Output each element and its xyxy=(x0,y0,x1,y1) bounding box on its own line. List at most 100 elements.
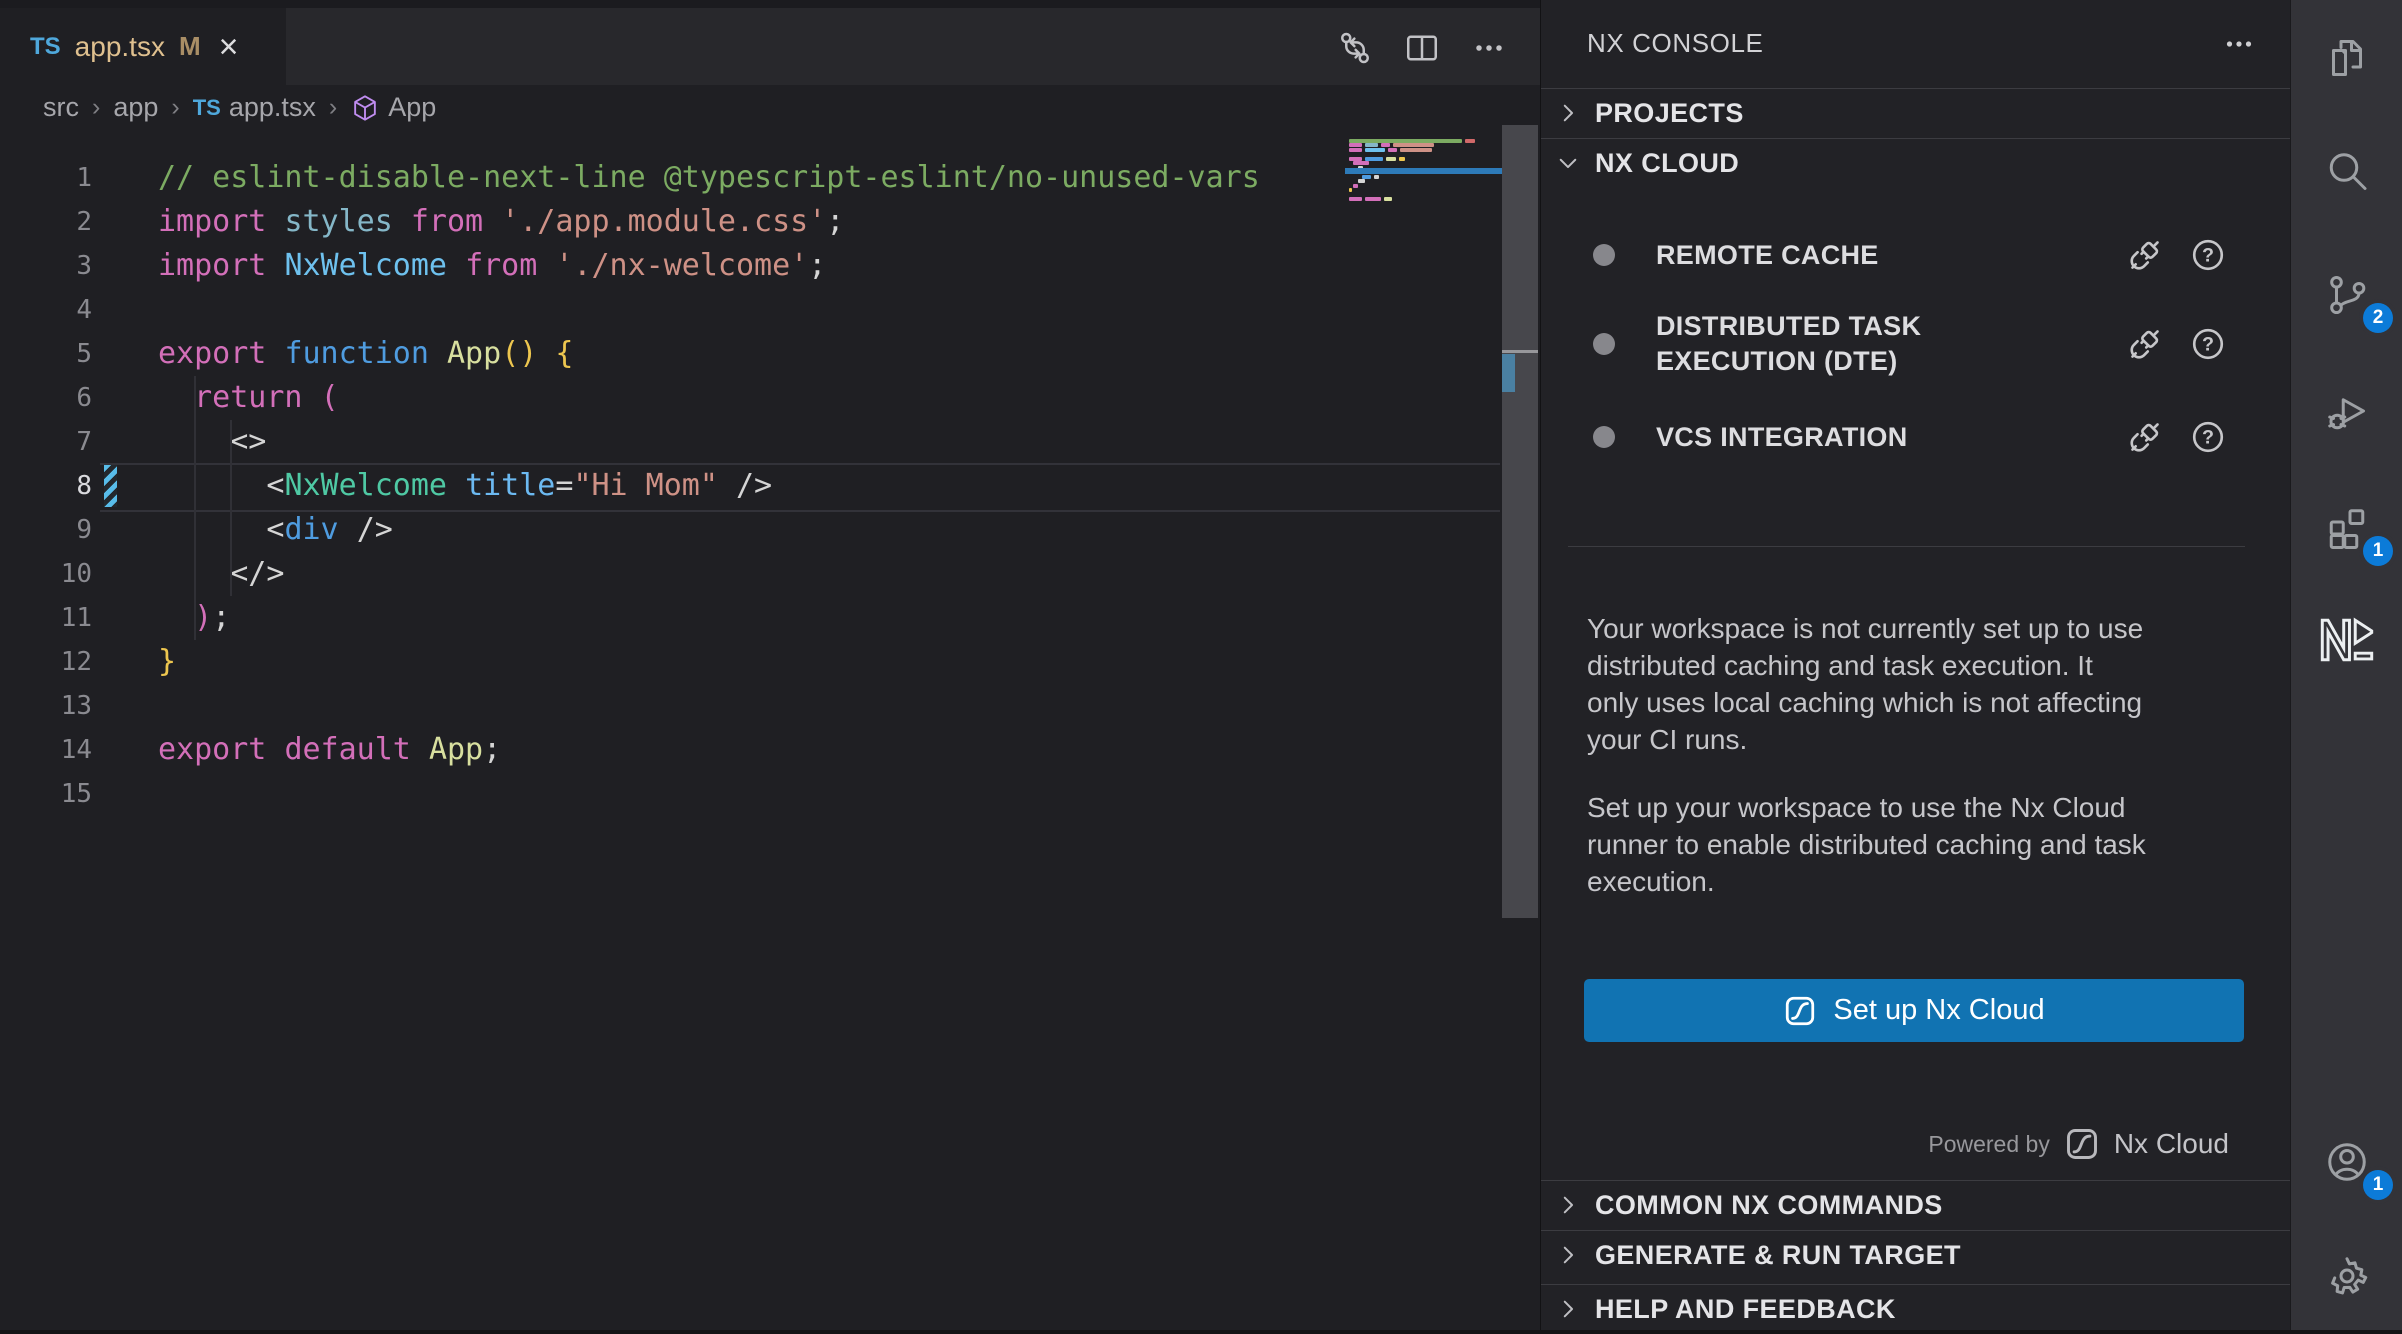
nx-console-panel: NX CONSOLE PROJECTS NX CLOUD REMOTE CACH… xyxy=(1540,0,2291,1330)
activity-item-settings[interactable] xyxy=(2291,1226,2402,1326)
line-number: 9 xyxy=(0,508,92,552)
section-nx-cloud[interactable]: NX CLOUD xyxy=(1541,138,2291,188)
minimap-line xyxy=(1358,179,1365,183)
code-line-14[interactable]: 14export default App; xyxy=(0,728,1500,772)
tab-app-tsx[interactable]: TS app.tsx M × xyxy=(0,8,286,85)
minimap-line xyxy=(1349,143,1362,147)
minimap-line xyxy=(1365,148,1385,152)
code-line-9[interactable]: 9 <div /> xyxy=(0,508,1500,552)
svg-text:?: ? xyxy=(2202,427,2214,449)
current-line-highlight xyxy=(100,463,1500,512)
editor-scrollbar[interactable] xyxy=(1502,125,1538,918)
connect-feature-button[interactable] xyxy=(2122,232,2168,278)
activity-item-source-control[interactable]: 2 xyxy=(2291,245,2402,345)
code-line-11[interactable]: 11 ); xyxy=(0,596,1500,640)
code-line-3[interactable]: 3import NxWelcome from './nx-welcome'; xyxy=(0,244,1500,288)
section-label: PROJECTS xyxy=(1595,98,1744,129)
overview-ruler-modified-mark xyxy=(1502,354,1515,392)
chevron-right-icon xyxy=(1555,100,1581,126)
code-text: <> xyxy=(158,420,266,464)
split-editor-button[interactable] xyxy=(1400,26,1444,70)
connect-feature-button[interactable] xyxy=(2122,414,2168,460)
activity-item-accounts[interactable]: 1 xyxy=(2291,1112,2402,1212)
code-line-7[interactable]: 7 <> xyxy=(0,420,1500,464)
git-modified-badge: M xyxy=(179,31,201,62)
minimap-line xyxy=(1349,157,1362,161)
breadcrumb-separator: › xyxy=(92,93,100,122)
code-text: export function App() { xyxy=(158,332,573,376)
line-number: 4 xyxy=(0,288,92,332)
feature-help-button[interactable]: ? xyxy=(2185,321,2231,367)
minimap-line xyxy=(1386,157,1396,161)
code-line-6[interactable]: 6 return ( xyxy=(0,376,1500,420)
breadcrumb: src › app › TS app.tsx › App xyxy=(0,85,1543,130)
editor-pane[interactable]: TS app.tsx M × src › app › TS app.tsx › App 1//… xyxy=(0,0,1540,1330)
breadcrumb-item-app[interactable]: app xyxy=(113,92,158,123)
indent-guide xyxy=(230,420,232,596)
activity-item-search[interactable] xyxy=(2291,122,2402,222)
gutter-modified-indicator xyxy=(104,465,117,507)
breadcrumb-label: src xyxy=(43,92,79,123)
feature-help-button[interactable]: ? xyxy=(2185,414,2231,460)
section-generate-run-target[interactable]: GENERATE & RUN TARGET xyxy=(1541,1230,2291,1280)
minimap-line xyxy=(1353,161,1369,165)
divider xyxy=(1568,546,2245,547)
line-number: 11 xyxy=(0,596,92,640)
panel-more-actions-button[interactable] xyxy=(2217,26,2261,62)
breadcrumb-label: app.tsx xyxy=(229,92,316,123)
feature-label: VCS INTEGRATION xyxy=(1656,420,1908,455)
section-projects[interactable]: PROJECTS xyxy=(1541,88,2291,138)
minimap-line xyxy=(1365,197,1381,201)
feature-help-button[interactable]: ? xyxy=(2185,232,2231,278)
code-line-13[interactable]: 13 xyxy=(0,684,1500,728)
feature-label: DISTRIBUTED TASK EXECUTION (DTE) xyxy=(1656,309,1921,379)
code-text: import styles from './app.module.css'; xyxy=(158,200,844,244)
code-text: </> xyxy=(158,552,284,596)
breadcrumb-separator: › xyxy=(329,93,337,122)
connect-feature-button[interactable] xyxy=(2122,321,2168,367)
code-line-2[interactable]: 2import styles from './app.module.css'; xyxy=(0,200,1500,244)
code-text: import NxWelcome from './nx-welcome'; xyxy=(158,244,826,288)
code-text: export default App; xyxy=(158,728,501,772)
line-number: 12 xyxy=(0,640,92,684)
ellipsis-icon xyxy=(1469,28,1509,68)
nx-console-icon xyxy=(2319,612,2375,668)
code-line-12[interactable]: 12} xyxy=(0,640,1500,684)
line-number: 10 xyxy=(0,552,92,596)
close-tab-button[interactable]: × xyxy=(219,30,239,64)
activity-item-extensions[interactable]: 1 xyxy=(2291,478,2402,578)
section-common-nx-commands[interactable]: COMMON NX COMMANDS xyxy=(1541,1180,2291,1230)
breadcrumb-item-apptsx[interactable]: TS app.tsx xyxy=(193,92,316,123)
search-icon xyxy=(2323,148,2371,196)
code-text: return ( xyxy=(158,376,339,420)
breadcrumb-separator: › xyxy=(171,93,179,122)
code-line-4[interactable]: 4 xyxy=(0,288,1500,332)
code-line-5[interactable]: 5export function App() { xyxy=(0,332,1500,376)
badge-count: 1 xyxy=(2363,1170,2393,1200)
panel-title: NX CONSOLE xyxy=(1587,28,1764,59)
section-label: HELP AND FEEDBACK xyxy=(1595,1294,1896,1325)
open-changes-button[interactable] xyxy=(1333,26,1377,70)
plug-icon xyxy=(2124,234,2166,276)
files-icon xyxy=(2323,34,2371,82)
activity-item-nx-console[interactable] xyxy=(2291,590,2402,690)
breadcrumb-item-app[interactable]: App xyxy=(350,92,436,123)
nx-cloud-logo-icon xyxy=(2064,1126,2100,1162)
plug-icon xyxy=(2124,416,2166,458)
typescript-file-icon: TS xyxy=(193,95,221,121)
code-line-10[interactable]: 10 </> xyxy=(0,552,1500,596)
more-editor-actions-button[interactable] xyxy=(1467,26,1511,70)
chevron-right-icon xyxy=(1555,1242,1581,1268)
breadcrumb-item-src[interactable]: src xyxy=(43,92,79,123)
activity-item-explorer[interactable] xyxy=(2291,8,2402,108)
code-line-15[interactable]: 15 xyxy=(0,772,1500,816)
svg-text:?: ? xyxy=(2202,245,2214,267)
settings-gear-icon xyxy=(2323,1252,2371,1300)
setup-nx-cloud-button[interactable]: Set up Nx Cloud xyxy=(1584,979,2244,1042)
minimap-line xyxy=(1384,197,1392,201)
setup-button-label: Set up Nx Cloud xyxy=(1833,994,2044,1027)
activity-item-run-and-debug[interactable] xyxy=(2291,361,2402,461)
editor-actions xyxy=(1333,26,1511,70)
section-help-and-feedback[interactable]: HELP AND FEEDBACK xyxy=(1541,1284,2291,1334)
code-line-1[interactable]: 1// eslint-disable-next-line @typescript… xyxy=(0,156,1500,200)
